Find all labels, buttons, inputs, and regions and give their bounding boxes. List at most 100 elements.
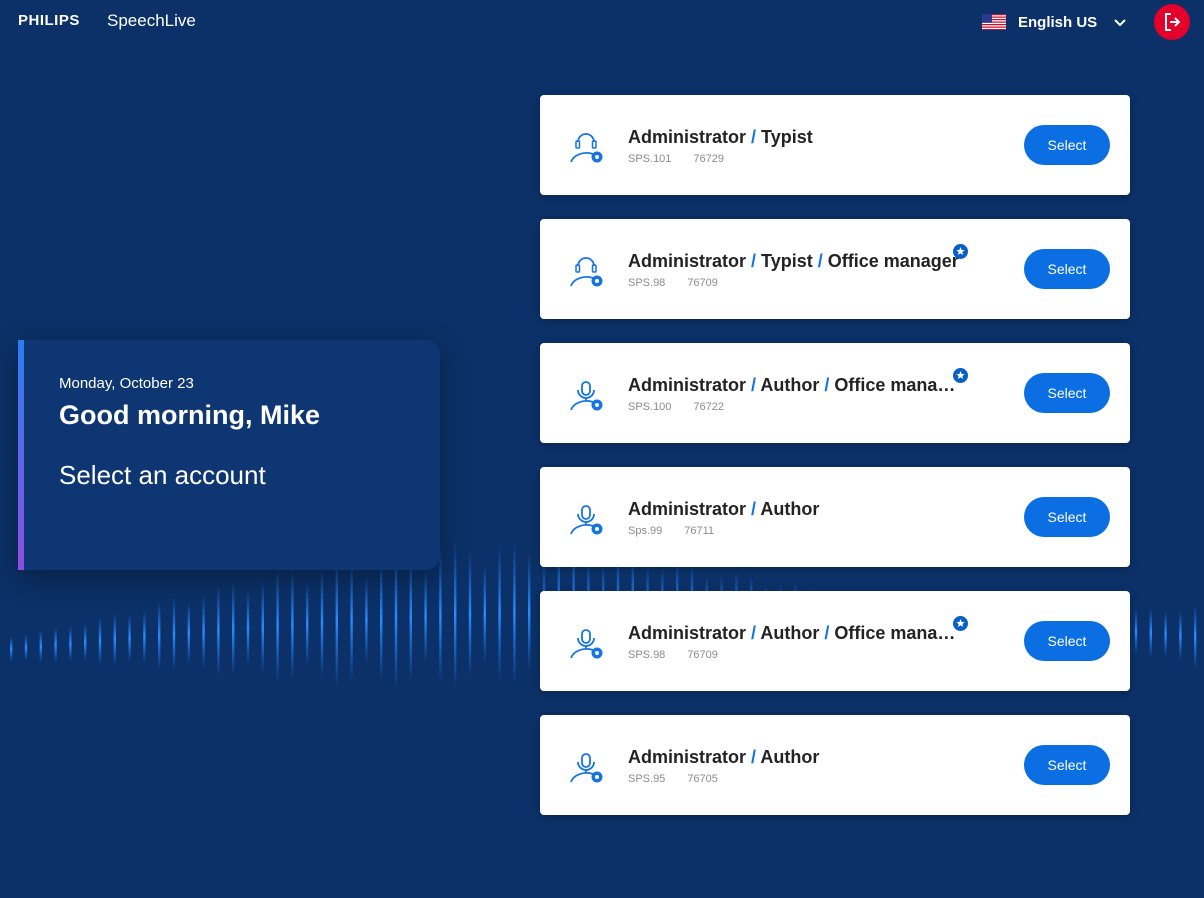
wave-bar [158,600,161,671]
account-code: SPS.100 [628,401,672,413]
headset-icon [567,252,605,290]
wave-bar [246,590,250,666]
role-label: Administrator [628,499,747,519]
greeting: Good morning, Mike [59,400,320,430]
headset-icon [567,128,605,166]
wave-bar [172,597,176,672]
account-id: 76729 [693,153,725,165]
role-separator: / [746,127,762,147]
select-account-button[interactable]: Select [1024,125,1110,165]
account-card: Administrator / Author / Office manager S… [540,343,1130,443]
account-id: 76705 [687,773,718,785]
wave-bar [1164,610,1167,658]
account-meta: SPS.95 76705 [628,773,718,785]
select-account-prompt: Select an account [59,460,266,490]
account-card: Administrator / Author Sps.99 76711 Select [540,467,1130,567]
role-label: Office manager [834,623,962,643]
select-account-button[interactable]: Select [1024,745,1110,785]
wave-bar [291,568,294,681]
wave-bar [202,595,205,668]
wave-bar [187,601,190,665]
account-meta: Sps.99 76711 [628,525,714,537]
wave-bar [1149,607,1152,658]
role-label: Author [760,747,820,767]
star-icon [953,244,968,259]
wave-bar [98,616,102,665]
account-card: Administrator / Author / Office manager S… [540,591,1130,691]
account-meta: SPS.98 76709 [628,649,718,661]
role-label: Author [760,375,820,395]
top-bar: PHILIPS SpeechLive English US [0,0,1204,44]
wave-bar [39,630,42,663]
account-code: SPS.95 [628,773,666,785]
role-separator: / [746,499,761,519]
wave-bar [365,575,368,664]
wave-bar [320,566,324,679]
star-icon [953,368,968,383]
select-account-button[interactable]: Select [1024,621,1110,661]
wave-bar [1134,609,1138,655]
wave-bar [439,547,442,684]
select-account-button[interactable]: Select [1024,497,1110,537]
language-selector[interactable]: English US [982,12,1127,32]
wave-bar [306,581,309,666]
wave-bar [454,540,457,690]
wave-bar [84,623,87,661]
role-separator: / [812,251,828,271]
role-label: Office manager [834,375,962,395]
wave-bar [1179,610,1182,661]
logout-icon [1165,13,1181,31]
role-label: Administrator [628,251,747,271]
wave-bar [380,555,383,683]
account-roles: Administrator / Author [628,747,962,768]
welcome-panel: Monday, October 23 Good morning, Mike Se… [18,340,440,570]
wave-bar [143,610,146,664]
role-label: Administrator [628,127,747,147]
product-name: SpeechLive [107,11,196,30]
star-icon [953,616,968,631]
account-meta: SPS.98 76709 [628,277,718,289]
account-roles: Administrator / Author / Office manager [628,623,962,644]
wave-bar [69,625,72,662]
wave-bar [54,626,57,663]
language-label: English US [1018,13,1098,31]
logout-button[interactable] [1154,4,1190,40]
current-date: Monday, October 23 [59,375,194,392]
role-separator: / [746,623,761,643]
chevron-down-icon [1114,19,1126,27]
wave-bar [483,564,486,664]
brand-logo: PHILIPS [18,12,80,29]
microphone-icon [567,376,605,414]
select-account-button[interactable]: Select [1024,373,1110,413]
account-id: 76709 [687,277,718,289]
account-code: SPS.101 [628,153,672,165]
wave-bar [513,539,516,686]
wave-bar [276,568,279,684]
us-flag-icon [982,14,1006,30]
wave-bar [409,552,412,682]
role-label: Typist [761,251,813,271]
role-label: Office manager [827,251,959,271]
select-account-button[interactable]: Select [1024,249,1110,289]
wave-bar [10,636,13,662]
wave-bar [24,634,28,661]
account-id: 76709 [687,649,718,661]
wave-bar [424,569,427,664]
account-code: Sps.99 [628,525,663,537]
account-card: Administrator / Author SPS.95 76705 Select [540,715,1130,815]
account-code: SPS.98 [628,649,666,661]
role-separator: / [819,623,835,643]
role-label: Author [760,499,820,519]
account-id: 76711 [684,525,715,537]
account-roles: Administrator / Author / Office manager [628,375,962,396]
wave-bar [1194,604,1197,670]
role-label: Administrator [628,747,747,767]
role-label: Author [760,623,820,643]
wave-bar [335,554,338,689]
microphone-icon [567,748,605,786]
wave-bar [468,550,472,679]
wave-bar [528,552,531,672]
wave-bar [232,582,235,677]
role-separator: / [819,375,835,395]
microphone-icon [567,500,605,538]
